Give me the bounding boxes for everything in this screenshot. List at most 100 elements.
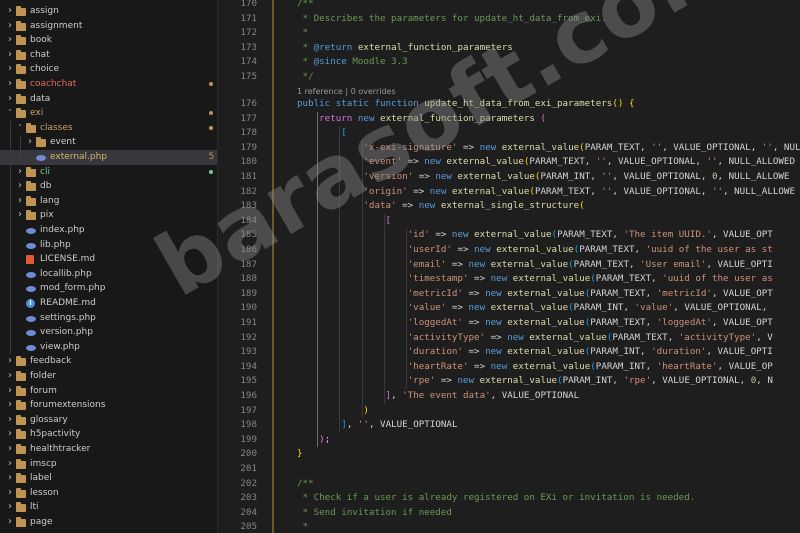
- chevron-right-icon[interactable]: ›: [16, 194, 24, 209]
- tree-item-readme-md[interactable]: i README.md: [0, 296, 217, 311]
- code-line[interactable]: 191 'loggedAt' => new external_value(PAR…: [219, 316, 800, 331]
- code-line[interactable]: 201: [219, 462, 800, 477]
- tree-item-h5pactivity[interactable]: › h5pactivity: [0, 427, 217, 442]
- chevron-right-icon[interactable]: ›: [6, 354, 14, 369]
- chevron-right-icon[interactable]: ›: [6, 515, 14, 530]
- chevron-down-icon[interactable]: ˅: [16, 121, 24, 136]
- chevron-right-icon[interactable]: ›: [6, 33, 14, 48]
- tree-item-chat[interactable]: › chat: [0, 48, 217, 63]
- chevron-right-icon[interactable]: ›: [6, 92, 14, 107]
- code-line[interactable]: 171 * Describes the parameters for updat…: [219, 12, 800, 27]
- chevron-right-icon[interactable]: ›: [6, 77, 14, 92]
- chevron-down-icon[interactable]: ˅: [6, 106, 14, 121]
- tree-item-external-php[interactable]: external.php 5: [0, 150, 217, 165]
- code-line[interactable]: 187 'email' => new external_value(PARAM_…: [219, 258, 800, 273]
- chevron-right-icon[interactable]: ›: [16, 179, 24, 194]
- tree-item-view-php[interactable]: view.php: [0, 339, 217, 355]
- code-line[interactable]: 181 'version' => new external_value(PARA…: [219, 170, 800, 185]
- tree-item-pix[interactable]: › pix: [0, 208, 217, 223]
- code-line[interactable]: 180 'event' => new external_value(PARAM_…: [219, 155, 800, 170]
- tree-item-coachchat[interactable]: › coachchat: [0, 77, 217, 92]
- code-line[interactable]: 199 );: [219, 433, 800, 448]
- code-line[interactable]: 204 * Send invitation if needed: [219, 506, 800, 521]
- chevron-right-icon[interactable]: ›: [6, 62, 14, 77]
- code-editor[interactable]: 170 /** 171 * Describes the parameters for…: [219, 0, 800, 533]
- chevron-right-icon[interactable]: ›: [6, 486, 14, 501]
- tree-item-version-php[interactable]: version.php: [0, 325, 217, 340]
- chevron-right-icon[interactable]: ›: [16, 208, 24, 223]
- code-line[interactable]: 205 *: [219, 520, 800, 533]
- tree-item-page[interactable]: › page: [0, 515, 217, 530]
- code-line[interactable]: 174 * @since Moodle 3.3: [219, 55, 800, 70]
- tree-item-imscp[interactable]: › imscp: [0, 457, 217, 472]
- codelens-references[interactable]: 1 reference | 0 overrides: [297, 86, 396, 98]
- chevron-right-icon[interactable]: ›: [6, 471, 14, 486]
- code-line[interactable]: 198 ], '', VALUE_OPTIONAL: [219, 418, 800, 433]
- tree-item-event[interactable]: › event: [0, 135, 217, 150]
- tree-item-data[interactable]: › data: [0, 92, 217, 107]
- code-line[interactable]: 184 [: [219, 214, 800, 229]
- chevron-right-icon[interactable]: ›: [16, 165, 24, 180]
- tree-item-classes[interactable]: ˅ classes: [0, 120, 217, 136]
- tree-item-db[interactable]: › db: [0, 179, 217, 194]
- chevron-right-icon[interactable]: ›: [6, 48, 14, 63]
- code-line[interactable]: 190 'value' => new external_value(PARAM_…: [219, 301, 800, 316]
- tree-item-assign[interactable]: › assign: [0, 4, 217, 19]
- code-line[interactable]: 195 'rpe' => new external_value(PARAM_IN…: [219, 374, 800, 389]
- tree-item-feedback[interactable]: › feedback: [0, 354, 217, 369]
- tree-item-lti[interactable]: › lti: [0, 500, 217, 515]
- tree-item-lang[interactable]: › lang: [0, 193, 217, 209]
- code-line[interactable]: 185 'id' => new external_value(PARAM_TEX…: [219, 228, 800, 243]
- code-line[interactable]: 202 /**: [219, 477, 800, 492]
- chevron-right-icon[interactable]: ›: [26, 135, 34, 150]
- tree-item-mod-form-php[interactable]: mod_form.php: [0, 281, 217, 296]
- code-line[interactable]: 197 ): [219, 404, 800, 419]
- code-line[interactable]: 173 * @return external_function_paramete…: [219, 41, 800, 56]
- code-line[interactable]: 186 'userId' => new external_value(PARAM…: [219, 243, 800, 258]
- code-line[interactable]: 193 'duration' => new external_value(PAR…: [219, 345, 800, 360]
- chevron-right-icon[interactable]: ›: [6, 427, 14, 442]
- code-line[interactable]: 196 ], 'The event data', VALUE_OPTIONAL: [219, 389, 800, 404]
- tree-item-settings-php[interactable]: settings.php: [0, 310, 217, 326]
- tree-item-choice[interactable]: › choice: [0, 62, 217, 77]
- chevron-right-icon[interactable]: ›: [6, 457, 14, 472]
- tree-item-exi[interactable]: ˅ exi: [0, 106, 217, 121]
- code-line[interactable]: 175 */: [219, 70, 800, 85]
- tree-item-locallib-php[interactable]: locallib.php: [0, 266, 217, 282]
- chevron-right-icon[interactable]: ›: [6, 442, 14, 457]
- tree-item-healthtracker[interactable]: › healthtracker: [0, 442, 217, 457]
- chevron-right-icon[interactable]: ›: [6, 4, 14, 19]
- tree-item-folder[interactable]: › folder: [0, 369, 217, 384]
- tree-item-assignment[interactable]: › assignment: [0, 19, 217, 34]
- code-line[interactable]: 182 'origin' => new external_value(PARAM…: [219, 185, 800, 200]
- tree-item-lesson[interactable]: › lesson: [0, 486, 217, 501]
- code-line[interactable]: 177 return new external_function_paramet…: [219, 112, 800, 127]
- tree-item-license-md[interactable]: LICENSE.md: [0, 252, 217, 267]
- code-line[interactable]: 170 /**: [219, 0, 800, 12]
- code-line[interactable]: 188 'timestamp' => new external_value(PA…: [219, 272, 800, 287]
- code-line[interactable]: 194 'heartRate' => new external_value(PA…: [219, 360, 800, 375]
- tree-item-cli[interactable]: › cli: [0, 164, 217, 180]
- code-line[interactable]: 179 'x-exi-signature' => new external_va…: [219, 141, 800, 156]
- tree-item-index-php[interactable]: index.php: [0, 223, 217, 238]
- code-line[interactable]: 172 *: [219, 26, 800, 41]
- code-line[interactable]: 183 'data' => new external_single_struct…: [219, 199, 800, 214]
- code-line[interactable]: 203 * Check if a user is already registe…: [219, 491, 800, 506]
- tree-item-forumextensions[interactable]: › forumextensions: [0, 398, 217, 413]
- chevron-right-icon[interactable]: ›: [6, 500, 14, 515]
- chevron-right-icon[interactable]: ›: [6, 19, 14, 34]
- tree-item-forum[interactable]: › forum: [0, 384, 217, 399]
- chevron-right-icon[interactable]: ›: [6, 369, 14, 384]
- code-line[interactable]: 189 'metricId' => new external_value(PAR…: [219, 287, 800, 302]
- code-line[interactable]: 176 public static function update_ht_data…: [219, 97, 800, 112]
- chevron-right-icon[interactable]: ›: [6, 384, 14, 399]
- chevron-right-icon[interactable]: ›: [6, 398, 14, 413]
- code-line[interactable]: 192 'activityType' => new external_value…: [219, 331, 800, 346]
- tree-item-glossary[interactable]: › glossary: [0, 413, 217, 428]
- code-line[interactable]: 200}: [219, 447, 800, 462]
- code-line[interactable]: 178 [: [219, 126, 800, 141]
- tree-item-label[interactable]: › label: [0, 471, 217, 486]
- tree-item-lib-php[interactable]: lib.php: [0, 237, 217, 253]
- tree-item-book[interactable]: › book: [0, 33, 217, 48]
- chevron-right-icon[interactable]: ›: [6, 413, 14, 428]
